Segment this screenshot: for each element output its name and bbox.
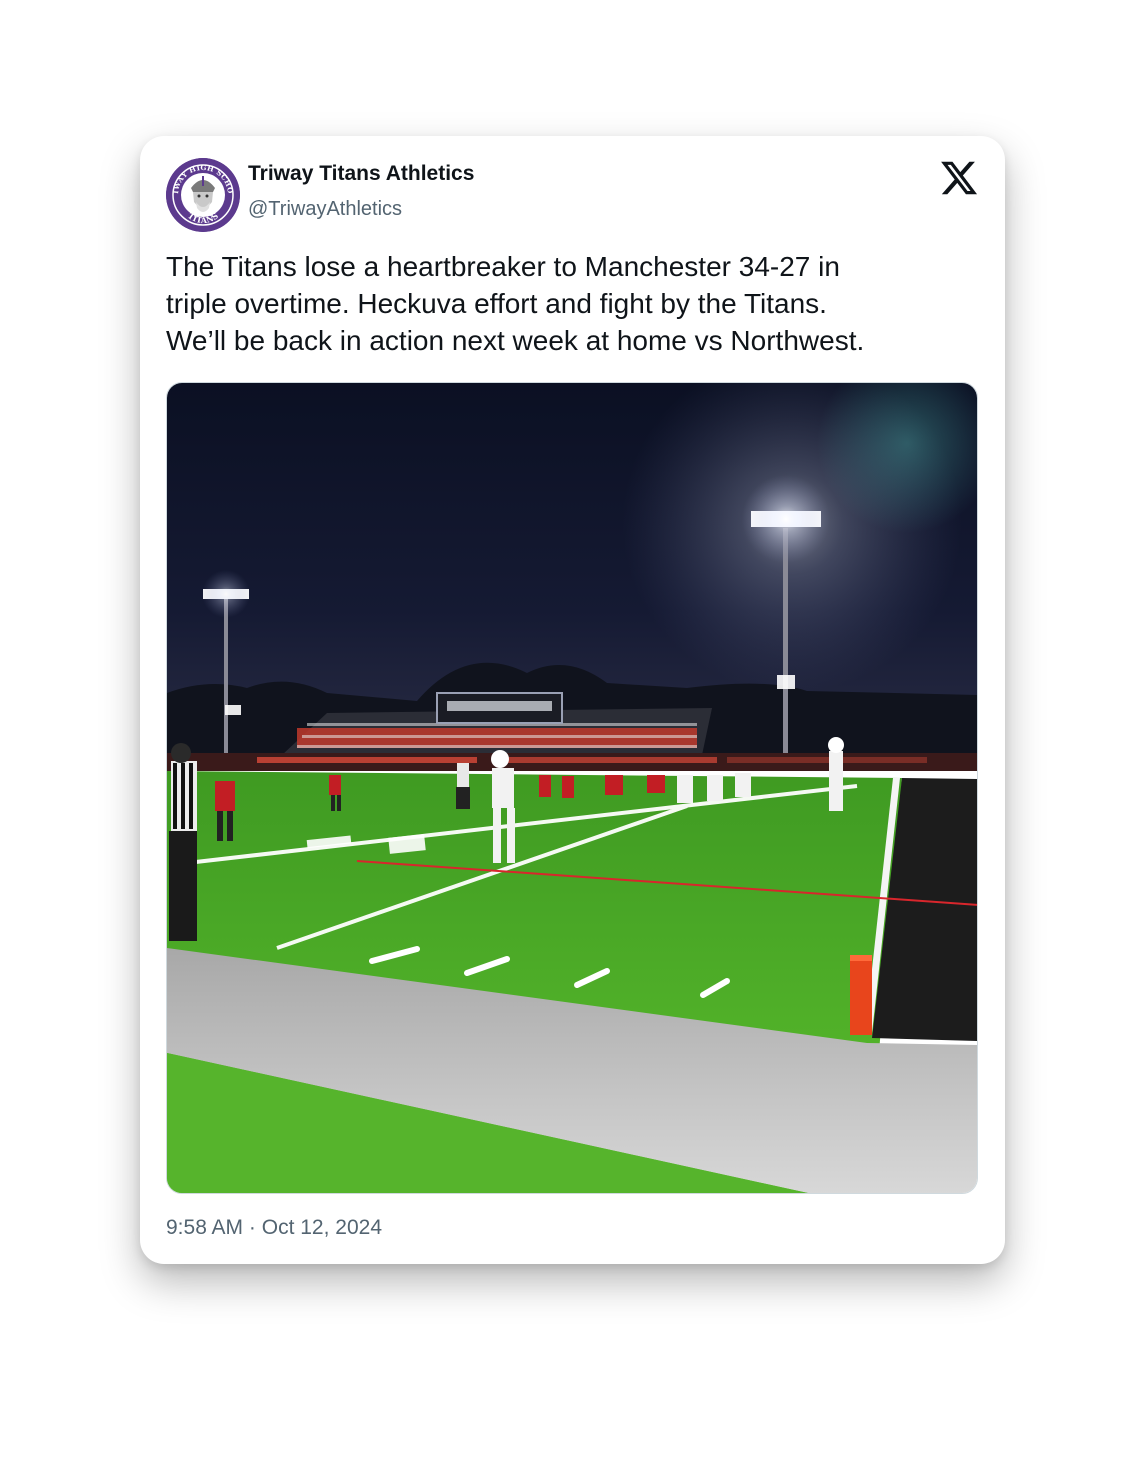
x-logo-icon[interactable] <box>939 158 979 198</box>
football-field-photo <box>167 383 977 1193</box>
user-handle[interactable]: @TriwayAthletics <box>248 198 402 221</box>
tweet-date: Oct 12, 2024 <box>261 1216 382 1239</box>
display-name[interactable]: Triway Titans Athletics <box>248 162 474 186</box>
timestamp-separator: · <box>248 1216 256 1239</box>
titans-logo-icon: TRIWAY HIGH SCHOOL TITANS <box>166 158 240 232</box>
tweet-text: The Titans lose a heartbreaker to Manche… <box>166 251 865 356</box>
avatar[interactable]: TRIWAY HIGH SCHOOL TITANS <box>166 158 240 232</box>
tweet-photo[interactable] <box>166 382 978 1194</box>
tweet-card: TRIWAY HIGH SCHOOL TITANS Triway Titans … <box>140 136 1005 1264</box>
tweet-time: 9:58 AM <box>166 1216 244 1239</box>
tweet-timestamp[interactable]: 9:58 AM · Oct 12, 2024 <box>166 1216 382 1240</box>
